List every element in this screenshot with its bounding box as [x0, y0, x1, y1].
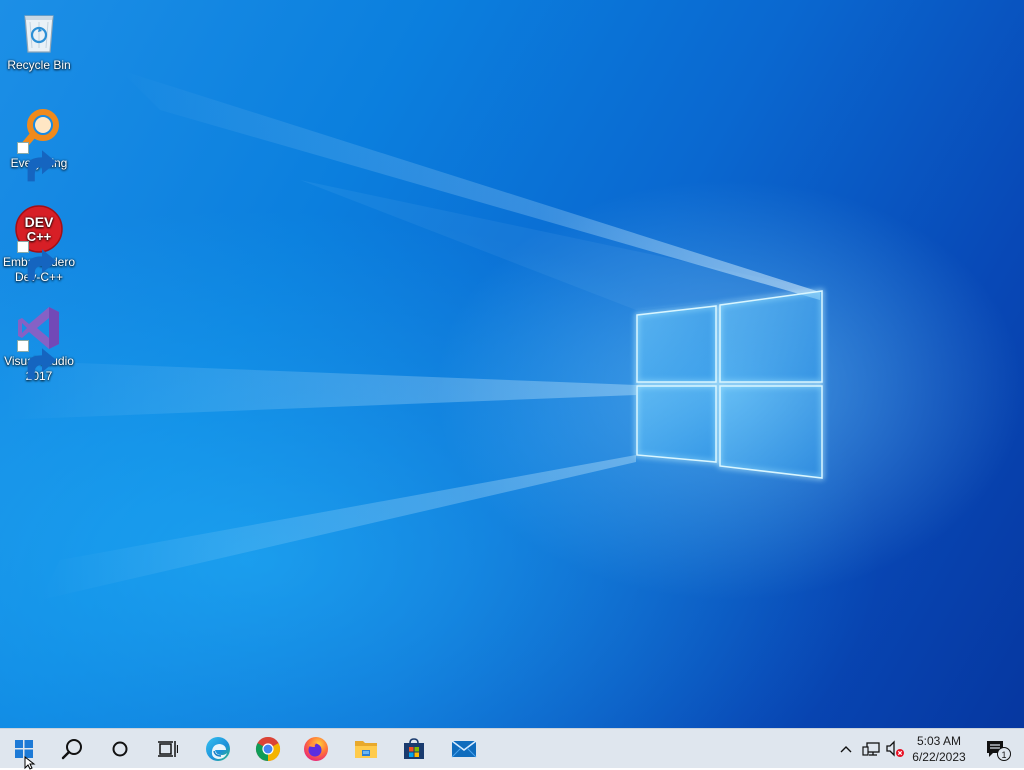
search-button[interactable] — [48, 729, 96, 769]
start-button[interactable] — [0, 729, 48, 769]
shortcut-arrow-icon — [17, 340, 57, 380]
taskbar-clock[interactable]: 5:03 AM 6/22/2023 — [904, 731, 974, 769]
cortana-button[interactable] — [96, 729, 144, 769]
shortcut-arrow-icon — [17, 241, 57, 281]
task-view-button[interactable] — [144, 729, 192, 769]
desktop-icon-recycle-bin[interactable]: Recycle Bin — [1, 8, 77, 73]
desktop-icon-devcpp[interactable]: DEV C++ Embarcadero Dev-C++ — [1, 205, 77, 285]
recycle-bin-icon — [15, 8, 63, 56]
clock-date: 6/22/2023 — [912, 750, 966, 764]
firefox-icon — [304, 737, 328, 761]
action-center-button[interactable]: 1 — [976, 729, 1016, 769]
folder-icon — [355, 741, 377, 758]
network-icon — [862, 742, 880, 756]
chrome-icon — [255, 736, 281, 761]
everything-search-icon — [15, 106, 63, 182]
devcpp-icon-text-dev: DEV — [25, 214, 54, 230]
notification-count-badge: 1 — [997, 747, 1011, 761]
mail-taskbar-button[interactable] — [440, 729, 488, 769]
chevron-up-icon — [840, 746, 852, 753]
desktop-icon-everything[interactable]: Everything — [1, 106, 77, 182]
firefox-taskbar-button[interactable] — [292, 729, 340, 769]
file-explorer-taskbar-button[interactable] — [342, 729, 390, 769]
network-tray-button[interactable] — [860, 729, 882, 769]
visual-studio-icon — [15, 304, 63, 380]
edge-icon — [206, 737, 230, 761]
show-hidden-icons-button[interactable] — [836, 729, 856, 769]
cortana-circle-icon — [112, 741, 128, 757]
search-icon — [61, 739, 82, 760]
chrome-taskbar-button[interactable] — [244, 729, 292, 769]
store-icon — [404, 738, 424, 759]
desktop-icon-label: Recycle Bin — [7, 58, 71, 72]
shortcut-arrow-icon — [17, 142, 57, 182]
volume-tray-button[interactable] — [884, 729, 906, 769]
desktop-icon-visual-studio[interactable]: Visual Studio 2017 — [1, 304, 77, 384]
edge-taskbar-button[interactable] — [194, 729, 242, 769]
devcpp-icon: DEV C++ — [15, 205, 63, 281]
clock-time: 5:03 AM — [916, 734, 962, 748]
task-view-icon — [158, 741, 178, 757]
store-taskbar-button[interactable] — [390, 729, 438, 769]
windows-start-icon — [15, 740, 33, 758]
desktop[interactable]: Recycle Bin Everything DEV C++ — [0, 0, 1024, 728]
volume-muted-icon — [886, 740, 904, 757]
taskbar: 5:03 AM 6/22/2023 1 — [0, 728, 1024, 768]
mail-icon — [451, 740, 477, 758]
